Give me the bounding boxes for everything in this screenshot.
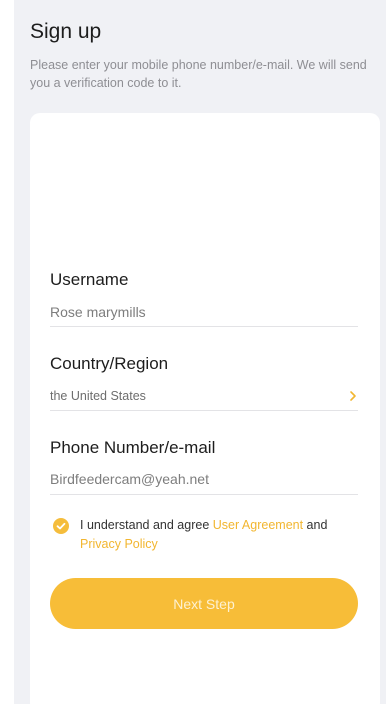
chevron-right-icon[interactable] [346,389,360,403]
agreement-and: and [303,518,328,532]
page-title: Sign up [30,20,102,43]
privacy-policy-link[interactable]: Privacy Policy [80,537,158,551]
country-region-divider [50,410,358,411]
page-subtitle: Please enter your mobile phone number/e-… [30,58,367,90]
agreement-checkbox[interactable] [53,518,69,534]
signup-form-card: Username Rose marymills Country/Region t… [30,113,380,713]
username-divider [50,326,358,327]
phone-email-label: Phone Number/e-mail [50,438,216,457]
country-region-label: Country/Region [50,354,169,373]
phone-email-divider [50,494,358,495]
username-input[interactable]: Rose marymills [50,304,146,320]
agreement-text: I understand and agree User Agreement an… [80,516,370,554]
checkmark-icon [56,522,66,530]
username-label: Username [50,270,129,289]
phone-email-input[interactable]: Birdfeedercam@yeah.net [50,471,209,487]
country-region-selector[interactable]: the United States [50,389,146,403]
agreement-prefix: I understand and agree [80,518,213,532]
user-agreement-link[interactable]: User Agreement [213,518,303,532]
next-step-button[interactable]: Next Step [50,578,358,629]
signup-page: Sign up Please enter your mobile phone n… [14,0,386,713]
